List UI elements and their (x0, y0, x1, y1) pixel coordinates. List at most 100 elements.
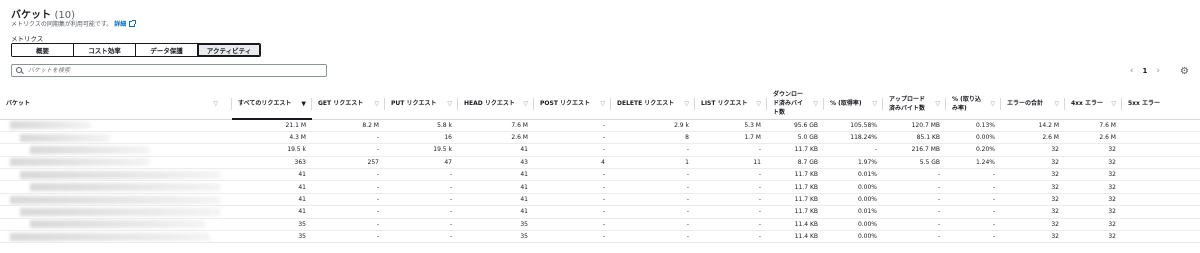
sort-icon[interactable]: ▽ (684, 99, 689, 108)
column-header[interactable]: HEAD リクエスト ▽ (458, 89, 534, 120)
column-header-label: アップロード済みバイト数 (889, 95, 926, 112)
table-cell (1122, 131, 1200, 145)
table-cell: 11.7 KB (767, 143, 824, 157)
table-cell: 41 (458, 180, 534, 194)
table-cell: 11.4 KB (767, 218, 824, 232)
column-header[interactable]: 5xx エラー (1122, 89, 1200, 120)
bucket-name-cell[interactable] (0, 119, 232, 132)
column-header[interactable]: DELETE リクエスト ▽ (611, 89, 695, 120)
table-row[interactable]: 41- -41- - -11.7 KB 0.00% - -32 32 (0, 180, 1200, 194)
prev-page-button[interactable]: ‹ (1130, 66, 1134, 76)
bucket-name-cell[interactable] (0, 193, 232, 207)
table-cell: 0.13% (946, 119, 1001, 132)
column-header[interactable]: エラーの合計 ▽ (1001, 89, 1065, 120)
redacted-bucket-name (20, 133, 110, 142)
column-header[interactable]: 4xx エラー ▽ (1065, 89, 1122, 120)
column-header[interactable]: GET リクエスト ▽ (312, 89, 385, 120)
metrics-segmented-control: 概要 コスト効率 データ保護 アクティビティ (11, 43, 261, 57)
column-header-label: POST リクエスト (540, 100, 591, 108)
table-cell: - (312, 143, 385, 157)
bucket-name-cell[interactable] (0, 131, 232, 145)
search-input[interactable] (28, 67, 308, 74)
sort-icon[interactable]: ▽ (1111, 99, 1116, 108)
segment-activity[interactable]: アクティビティ (198, 44, 260, 56)
table-cell: 8.2 M (312, 119, 385, 132)
bucket-name-cell[interactable] (0, 143, 232, 157)
column-header-label: % (取得率) (830, 100, 862, 108)
table-cell: 32 (1001, 180, 1065, 194)
sort-icon[interactable]: ▽ (813, 99, 818, 108)
details-link[interactable]: 詳細 (114, 21, 126, 28)
column-header[interactable]: % (取得率) ▽ (824, 89, 883, 120)
table-row[interactable]: 363 257 47 43 4 1 11 8.7 GB 1.97% 5.5 GB 1.24% 32 32 (0, 156, 1200, 170)
sort-icon[interactable]: ▽ (374, 99, 379, 108)
sort-icon[interactable]: ▽ (935, 99, 940, 108)
sort-icon[interactable]: ▽ (1054, 99, 1059, 108)
bucket-name-cell[interactable] (0, 205, 232, 219)
table-row[interactable]: 35- -35- - -11.4 KB 0.00% - -32 32 (0, 218, 1200, 232)
table-cell: - (611, 180, 695, 194)
gear-icon[interactable]: ⚙ (1180, 66, 1189, 77)
current-page[interactable]: 1 (1143, 67, 1148, 75)
table-cell: 0.00% (824, 180, 883, 194)
sort-icon[interactable]: ▽ (872, 99, 877, 108)
table-row[interactable]: 41- -41- - -11.7 KB 0.01% - -32 32 (0, 205, 1200, 219)
table-row[interactable]: 19.5 k -19.5 k 41- - -11.7 KB -216.7 MB 0.20% 3… (0, 143, 1200, 157)
sort-icon[interactable]: ▽ (600, 99, 605, 108)
column-header[interactable]: アップロード済みバイト数 ▽ (883, 89, 946, 120)
table-cell (1122, 156, 1200, 170)
table-cell: 11.7 KB (767, 193, 824, 207)
table-cell: - (695, 168, 767, 182)
table-cell: 41 (458, 193, 534, 207)
column-header[interactable]: ダウンロード済みバイト数 ▽ (767, 89, 824, 120)
table-cell: 11.7 KB (767, 180, 824, 194)
table-row[interactable]: 35- -35- - -11.4 KB 0.00% - -32 32 (0, 230, 1200, 244)
column-header[interactable]: バケット ▽ (0, 89, 232, 120)
column-header[interactable]: POST リクエスト ▽ (534, 89, 611, 120)
column-header[interactable]: % (取り込み率) ▽ (946, 89, 1001, 120)
table-cell: - (534, 168, 611, 182)
column-header[interactable]: PUT リクエスト ▽ (385, 89, 458, 120)
bucket-name-cell[interactable] (0, 230, 232, 244)
table-cell: - (385, 180, 458, 194)
bucket-name-cell[interactable] (0, 180, 232, 194)
table-cell: 32 (1065, 156, 1122, 170)
table-cell: 41 (232, 205, 312, 219)
sort-icon[interactable]: ▽ (523, 99, 528, 108)
table-cell: - (946, 168, 1001, 182)
search-box[interactable] (11, 64, 327, 77)
sort-descending-icon[interactable]: ▼ (301, 99, 306, 108)
next-page-button[interactable]: › (1156, 66, 1160, 76)
table-cell: - (312, 168, 385, 182)
table-cell: 0.01% (824, 205, 883, 219)
bucket-name-cell[interactable] (0, 168, 232, 182)
sort-icon[interactable]: ▽ (213, 99, 218, 108)
table-row[interactable]: 4.3 M -16 2.6 M -8 1.7 M 5.0 GB 118.24% 85.1 KB… (0, 131, 1200, 145)
column-header-label: バケット (6, 100, 31, 108)
sort-icon[interactable]: ▽ (447, 99, 452, 108)
table-cell: - (883, 193, 946, 207)
segment-data-protection[interactable]: データ保護 (136, 44, 198, 56)
segment-cost-efficiency[interactable]: コスト効率 (74, 44, 136, 56)
table-cell: 95.6 GB (767, 119, 824, 132)
table-cell: - (534, 193, 611, 207)
sort-icon[interactable]: ▽ (990, 99, 995, 108)
table-row[interactable]: 21.1 M 8.2 M 5.8 k 7.6 M -2.9 k 5.3 M 95.6 GB 1… (0, 119, 1200, 132)
table-cell: 14.2 M (1001, 119, 1065, 132)
external-link-icon[interactable] (129, 20, 137, 27)
sort-icon[interactable]: ▽ (756, 99, 761, 108)
table-cell: - (312, 180, 385, 194)
segment-overview[interactable]: 概要 (12, 44, 74, 56)
bucket-name-cell[interactable] (0, 156, 232, 170)
redacted-bucket-name (30, 220, 205, 229)
column-header-label: % (取り込み率) (952, 95, 981, 112)
column-header[interactable]: すべてのリクエスト ▼ (232, 89, 312, 120)
table-cell: 32 (1065, 205, 1122, 219)
table-row[interactable]: 41- -41- - -11.7 KB 0.00% - -32 32 (0, 193, 1200, 207)
table-row[interactable]: 41- -41- - -11.7 KB 0.01% - -32 32 (0, 168, 1200, 182)
bucket-name-cell[interactable] (0, 218, 232, 232)
column-header-label: 4xx エラー (1071, 100, 1104, 108)
table-cell: - (883, 168, 946, 182)
column-header[interactable]: LIST リクエスト ▽ (695, 89, 767, 120)
table-cell: - (883, 230, 946, 244)
